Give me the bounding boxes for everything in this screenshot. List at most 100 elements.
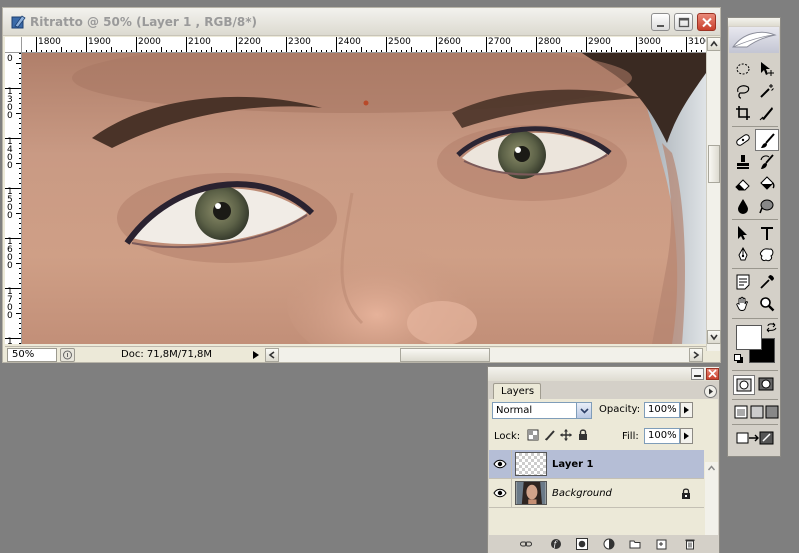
scroll-down-button[interactable] <box>707 330 721 344</box>
visibility-eye-icon[interactable] <box>493 458 507 470</box>
chevron-up-icon <box>710 40 718 47</box>
opacity-slider-button[interactable] <box>680 402 693 418</box>
delete-layer-icon[interactable] <box>684 538 696 550</box>
lasso-tool[interactable] <box>731 80 755 102</box>
blend-mode-value: Normal <box>496 405 533 416</box>
quick-mask-mode-button[interactable] <box>756 375 778 395</box>
palette-minimize-button[interactable] <box>691 368 704 380</box>
standard-mode-icon <box>736 378 752 392</box>
healing-brush-tool[interactable] <box>731 129 755 151</box>
magic-wand-tool[interactable] <box>755 80 779 102</box>
link-layers-icon[interactable] <box>520 538 532 550</box>
horizontal-scrollbar[interactable] <box>265 348 703 362</box>
dodge-tool[interactable] <box>755 195 779 217</box>
text-t-icon <box>761 227 773 240</box>
bandage-icon <box>736 134 750 146</box>
slice-tool[interactable] <box>755 102 779 124</box>
lock-image-pixels-icon[interactable] <box>544 429 556 441</box>
scroll-right-button[interactable] <box>689 348 703 362</box>
vertical-scrollbar[interactable] <box>706 37 721 351</box>
fill-label: Fill: <box>622 431 639 442</box>
status-menu-button[interactable] <box>60 348 75 362</box>
ruler-label: 3100 <box>688 37 706 47</box>
zoom-tool[interactable] <box>755 293 779 315</box>
horizontal-scroll-thumb[interactable] <box>400 348 490 362</box>
toolbox-titlebar[interactable] <box>728 18 780 26</box>
layer-row-layer-1[interactable]: Layer 1 <box>489 450 704 479</box>
type-tool[interactable] <box>755 222 779 244</box>
full-screen-mode-icon[interactable] <box>765 405 779 419</box>
jump-to-imageready-icon[interactable] <box>736 430 776 446</box>
ruler-label: 2500 <box>388 37 411 47</box>
default-colors-icon[interactable] <box>734 354 744 364</box>
fill-field[interactable]: 100% <box>644 428 680 444</box>
separator <box>511 450 512 479</box>
ruler-tick <box>636 37 637 52</box>
vertical-scroll-thumb[interactable] <box>708 145 720 183</box>
palette-menu-button[interactable] <box>704 385 717 398</box>
status-popup-arrow-icon[interactable] <box>250 348 262 362</box>
eyedropper-tool[interactable] <box>755 271 779 293</box>
tab-layers[interactable]: Layers <box>493 383 541 399</box>
paint-bucket-icon <box>760 176 775 190</box>
fill-slider-button[interactable] <box>680 428 693 444</box>
lock-all-icon[interactable] <box>577 429 589 441</box>
layers-palette-titlebar[interactable] <box>488 367 719 381</box>
minimize-button[interactable] <box>651 13 670 31</box>
full-screen-with-menu-icon[interactable] <box>750 405 764 419</box>
notes-tool[interactable] <box>731 271 755 293</box>
chevron-up-icon[interactable] <box>706 463 717 474</box>
lock-transparent-pixels-icon[interactable] <box>527 429 539 441</box>
feather-logo-button[interactable] <box>729 27 779 53</box>
ruler-label: 0 <box>7 54 13 64</box>
pen-tool[interactable] <box>731 244 755 266</box>
brush-tool[interactable] <box>755 129 779 151</box>
layer-name[interactable]: Background <box>552 488 612 499</box>
document-titlebar[interactable]: Ritratto @ 50% (Layer 1 , RGB/8*) <box>3 8 720 36</box>
paint-bucket-tool[interactable] <box>755 173 779 195</box>
scroll-up-button[interactable] <box>707 37 721 51</box>
new-layer-icon[interactable] <box>656 538 668 550</box>
foreground-color-swatch[interactable] <box>736 325 762 350</box>
image-canvas[interactable] <box>22 53 706 344</box>
ellipse-marquee-icon <box>736 63 750 75</box>
triangle-right-icon <box>709 388 713 395</box>
ruler-origin[interactable] <box>5 37 22 53</box>
opacity-field[interactable]: 100% <box>644 402 680 418</box>
zoom-level-field[interactable]: 50% <box>7 348 57 362</box>
blur-tool[interactable] <box>731 195 755 217</box>
swap-colors-icon[interactable] <box>766 322 778 334</box>
water-drop-icon <box>738 199 748 214</box>
add-layer-mask-icon[interactable] <box>576 538 588 550</box>
marquee-tool[interactable] <box>731 58 755 80</box>
move-tool[interactable] <box>755 58 779 80</box>
blend-mode-dropdown-button[interactable] <box>576 403 591 418</box>
standard-mode-button[interactable] <box>733 375 755 395</box>
horizontal-ruler[interactable]: 1800 1900 2000 2100 2200 2300 2400 2500 2600 2700… <box>22 37 706 53</box>
path-selection-tool[interactable] <box>731 222 755 244</box>
layer-style-icon[interactable]: f <box>550 538 562 550</box>
lock-label: Lock: <box>494 431 521 442</box>
visibility-eye-icon[interactable] <box>493 487 507 499</box>
close-button[interactable] <box>697 13 716 31</box>
chevron-left-icon <box>268 351 275 359</box>
blend-mode-select[interactable]: Normal <box>492 402 592 419</box>
ruler-label: 3000 <box>638 37 661 47</box>
clone-stamp-tool[interactable] <box>731 151 755 173</box>
palette-close-button[interactable] <box>706 368 719 380</box>
layer-name[interactable]: Layer 1 <box>552 459 593 470</box>
vertical-ruler[interactable]: 0 1300 1400 1500 1600 1700 1 <box>5 53 22 344</box>
scroll-left-button[interactable] <box>265 348 279 362</box>
new-adjustment-layer-icon[interactable] <box>603 538 615 550</box>
custom-shape-tool[interactable] <box>755 244 779 266</box>
maximize-button[interactable] <box>674 13 693 31</box>
eraser-tool[interactable] <box>731 173 755 195</box>
new-layer-set-icon[interactable] <box>629 538 641 550</box>
lock-position-icon[interactable] <box>560 429 572 441</box>
standard-screen-mode-icon[interactable] <box>734 405 748 419</box>
selection-arrow-icon <box>738 226 747 240</box>
crop-tool[interactable] <box>731 102 755 124</box>
layer-row-background[interactable]: Background <box>489 479 704 508</box>
history-brush-tool[interactable] <box>755 151 779 173</box>
hand-tool[interactable] <box>731 293 755 315</box>
